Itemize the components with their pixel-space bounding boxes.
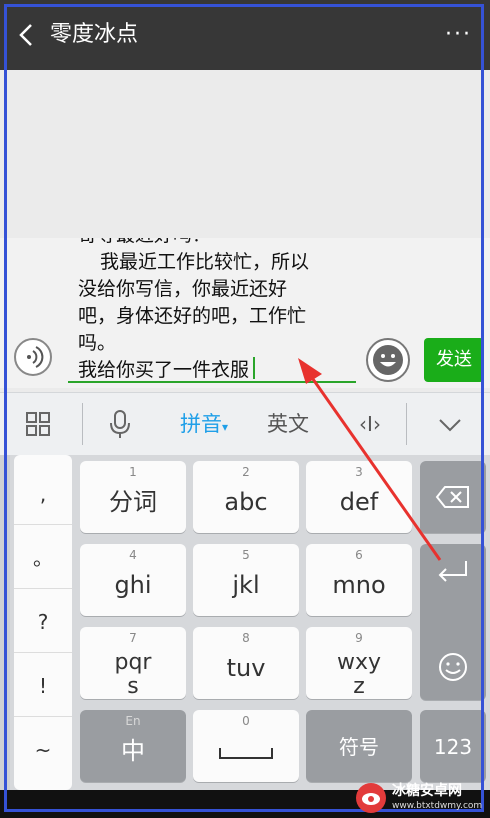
emoji-button[interactable] xyxy=(366,338,410,382)
punctuation-key[interactable]: ! xyxy=(14,655,72,717)
punctuation-key[interactable]: ~ xyxy=(14,719,72,781)
toolbar-divider xyxy=(406,403,407,445)
input-underline xyxy=(68,381,356,383)
message-line-1: 寄等最近好吗？ xyxy=(78,238,356,249)
chat-area xyxy=(0,70,490,238)
key-2[interactable]: 2 abc xyxy=(193,461,299,533)
punctuation-key[interactable]: 。 xyxy=(14,527,72,589)
english-mode-button[interactable]: 英文 xyxy=(254,393,322,455)
screenshot-frame: 零度冰点 ··· 寄等最近好吗？ 我最近工作比较忙，所以没给你写信，你最近还好吧，… xyxy=(0,0,490,818)
more-options-button[interactable]: ··· xyxy=(445,20,472,50)
enter-icon xyxy=(438,561,467,582)
key-9[interactable]: 9 wxyz xyxy=(306,627,412,699)
chevron-down-icon[interactable] xyxy=(420,393,480,455)
message-line-3: 没给你写信，你最近还好 xyxy=(78,278,288,300)
message-line-2: 我最近工作比较忙，所以 xyxy=(100,251,310,273)
key-5[interactable]: 5 jkl xyxy=(193,544,299,616)
text-cursor xyxy=(253,357,256,379)
t9-keyboard: , 。 ? ! ~ 1 分词 2 abc 3 def 4 ghi 5 jkl 6 mno xyxy=(0,455,490,790)
composer-row: 寄等最近好吗？ 我最近工作比较忙，所以没给你写信，你最近还好吧，身体还好的吧，工作… xyxy=(0,238,490,388)
message-line-5: 吗。 xyxy=(78,332,117,354)
back-button[interactable] xyxy=(14,20,44,50)
key-8[interactable]: 8 tuv xyxy=(193,627,299,699)
key-4[interactable]: 4 ghi xyxy=(80,544,186,616)
keyboard-edge xyxy=(0,455,10,790)
watermark-url: www.btxtdwmy.com xyxy=(392,801,483,811)
backspace-button[interactable] xyxy=(420,461,486,533)
watermark: 冰糖安卓网 www.btxtdwmy.com xyxy=(354,782,484,816)
enter-button[interactable] xyxy=(420,544,486,700)
punctuation-column[interactable]: , 。 ? ! ~ xyxy=(14,455,72,790)
message-line-6: 我给你买了一件衣服 xyxy=(78,357,356,382)
punctuation-key[interactable]: ? xyxy=(14,591,72,653)
space-bar-icon xyxy=(219,748,273,759)
voice-input-button[interactable] xyxy=(14,338,52,376)
message-input[interactable]: 寄等最近好吗？ 我最近工作比较忙，所以没给你写信，你最近还好吧，身体还好的吧，工作… xyxy=(68,238,356,382)
key-3[interactable]: 3 def xyxy=(306,461,412,533)
page-title: 零度冰点 xyxy=(50,22,139,47)
toolbar-divider xyxy=(82,403,83,445)
language-switch-button[interactable]: En 中 xyxy=(80,710,186,782)
punctuation-key[interactable]: , xyxy=(14,463,72,525)
smiley-icon xyxy=(373,345,403,375)
key-7[interactable]: 7 pqrs xyxy=(80,627,186,699)
numeric-button[interactable]: 123 xyxy=(420,710,486,782)
backspace-icon xyxy=(435,486,469,508)
message-line-4: 吧，身体还好的吧，工作忙 xyxy=(78,305,307,327)
pinyin-mode-button[interactable]: 拼音▾ xyxy=(166,393,242,455)
symbols-button[interactable]: 符号 xyxy=(306,710,412,782)
space-key[interactable]: 0 xyxy=(193,710,299,782)
mic-icon[interactable] xyxy=(92,393,148,455)
voice-icon xyxy=(27,346,44,368)
message-text: 寄等最近好吗？ 我最近工作比较忙，所以没给你写信，你最近还好吧，身体还好的吧，工作… xyxy=(78,238,356,382)
emoji-keyboard-icon xyxy=(439,653,467,681)
chevron-left-icon xyxy=(19,24,32,46)
title-bar: 零度冰点 ··· xyxy=(0,0,490,70)
watermark-logo xyxy=(356,783,386,813)
dropdown-caret-icon: ▾ xyxy=(221,420,229,434)
key-6[interactable]: 6 mno xyxy=(306,544,412,616)
send-button[interactable]: 发送 xyxy=(424,338,484,382)
cursor-move-button[interactable]: ‹I› xyxy=(340,393,400,455)
watermark-title: 冰糖安卓网 xyxy=(392,783,462,799)
ime-toolbar: 拼音▾ 英文 ‹I› xyxy=(0,392,490,455)
grid-icon[interactable] xyxy=(10,393,66,455)
key-1[interactable]: 1 分词 xyxy=(80,461,186,533)
